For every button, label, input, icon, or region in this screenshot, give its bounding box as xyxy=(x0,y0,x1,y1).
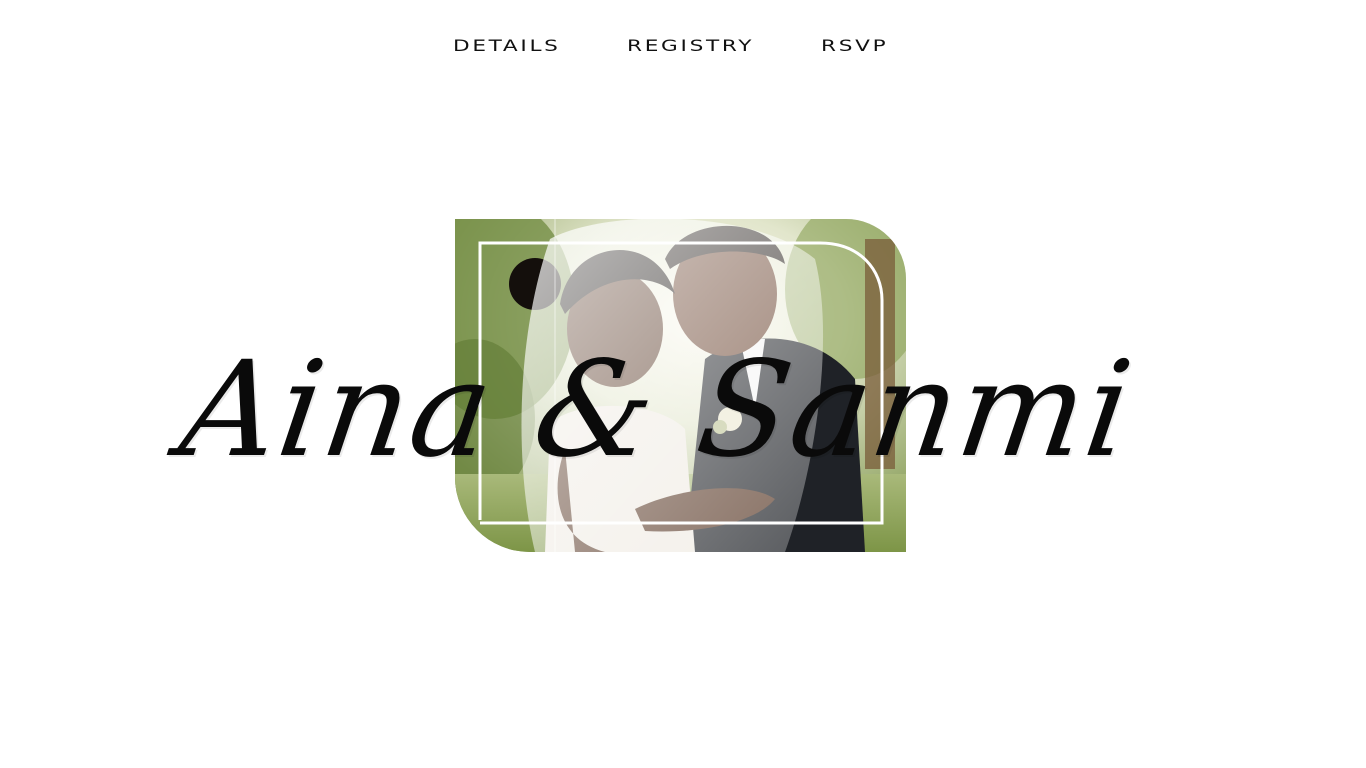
hero-section: Aina & Sanmi xyxy=(0,0,1366,768)
couple-names-text: Aina & Sanmi xyxy=(172,333,1143,487)
couple-names-heading: Aina & Sanmi xyxy=(172,330,1204,490)
